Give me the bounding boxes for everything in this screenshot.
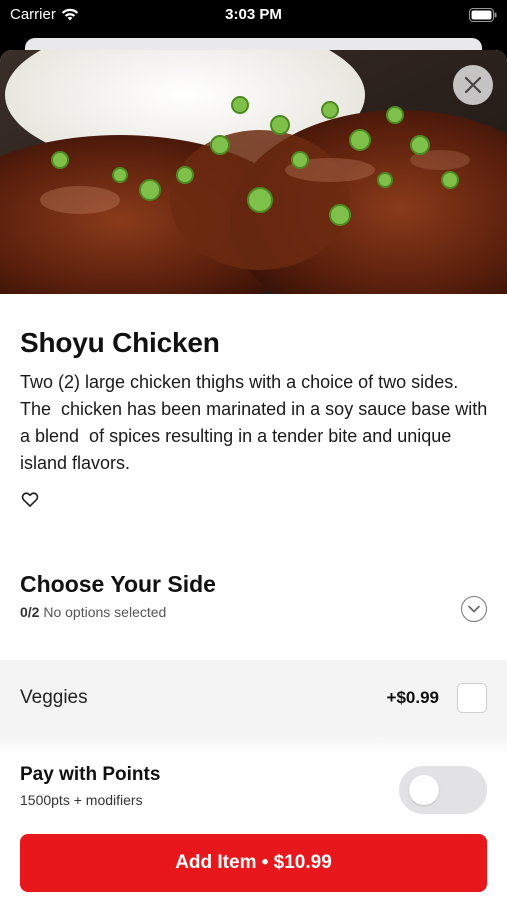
- option-row-veggies[interactable]: Veggies +$0.99: [0, 660, 507, 736]
- item-details: Shoyu Chicken Two (2) large chicken thig…: [0, 327, 507, 641]
- toggle-knob: [409, 775, 439, 805]
- points-toggle[interactable]: [399, 766, 487, 814]
- choose-side-header[interactable]: Choose Your Side 0/2 No options selected: [20, 571, 487, 641]
- section-title: Choose Your Side: [20, 571, 216, 597]
- status-time: 3:03 PM: [225, 6, 282, 23]
- favorite-button[interactable]: [20, 489, 40, 509]
- pay-with-points-row: Pay with Points 1500pts + modifiers: [20, 764, 487, 824]
- item-description: Two (2) large chicken thighs with a choi…: [20, 372, 493, 473]
- item-detail-modal: Shoyu Chicken Two (2) large chicken thig…: [0, 50, 507, 900]
- close-button[interactable]: [453, 65, 493, 105]
- item-hero-image: [0, 50, 507, 294]
- heart-icon: [21, 492, 39, 507]
- battery-icon: [469, 8, 497, 26]
- chevron-down-icon: [468, 605, 480, 613]
- selection-status-text: No options selected: [43, 604, 167, 620]
- add-item-button[interactable]: Add Item • $10.99: [20, 834, 487, 892]
- food-photo: [0, 50, 507, 294]
- option-checkbox[interactable]: [457, 683, 487, 713]
- close-icon: [464, 76, 482, 94]
- status-bar: Carrier 3:03 PM: [0, 0, 507, 32]
- section-selection-status: 0/2 No options selected: [20, 604, 487, 620]
- item-title: Shoyu Chicken: [20, 327, 220, 358]
- selection-count: 0/2: [20, 604, 40, 620]
- option-price: +$0.99: [386, 688, 439, 707]
- expand-toggle[interactable]: [461, 596, 487, 622]
- option-label: Veggies: [20, 687, 88, 708]
- divider-shade: [0, 736, 507, 754]
